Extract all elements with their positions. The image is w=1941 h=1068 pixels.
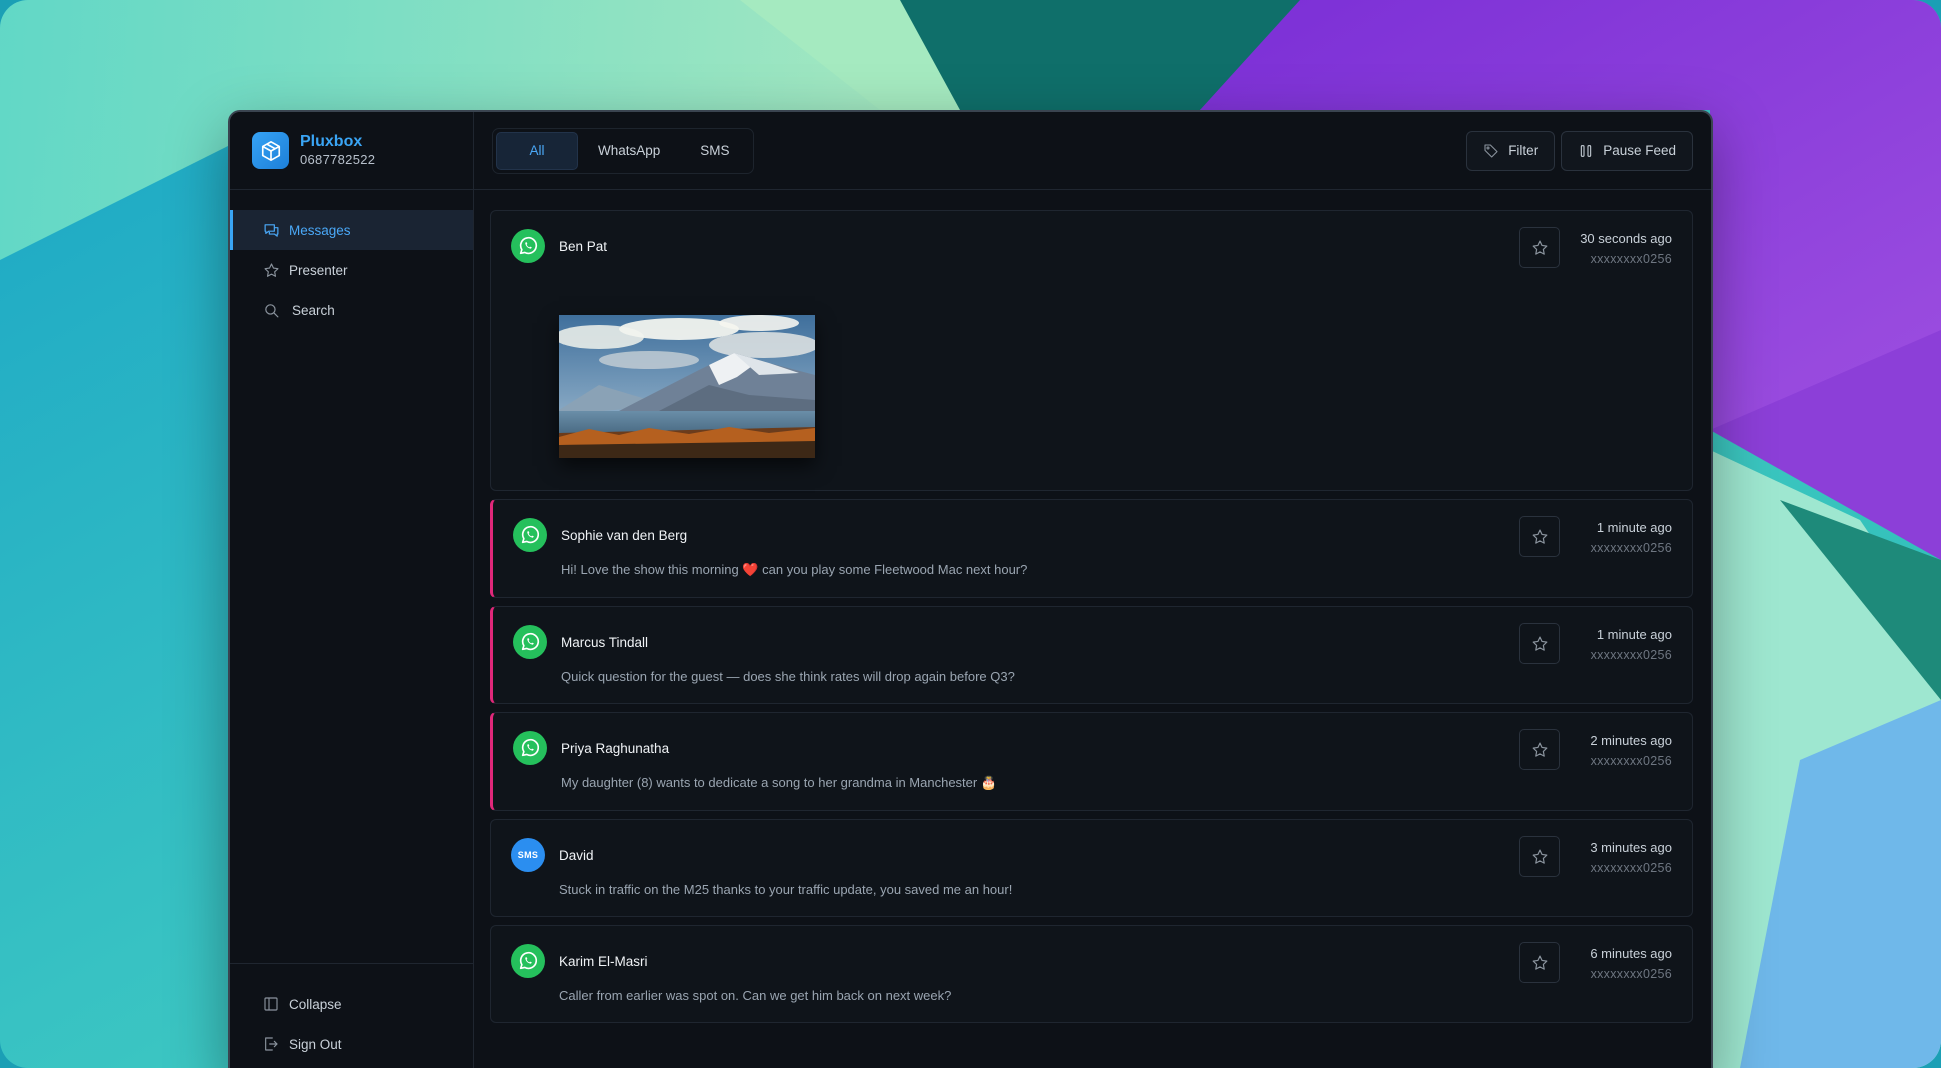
whatsapp-icon (513, 731, 547, 765)
sidebar-item-label: Presenter (289, 262, 348, 278)
tab-sms[interactable]: SMS (680, 132, 749, 170)
brand-number: 0687782522 (300, 151, 376, 167)
star-button[interactable] (1519, 623, 1560, 664)
pause-icon (1578, 143, 1594, 159)
sidebar-item-label: Search (292, 302, 335, 318)
message-image[interactable] (559, 315, 815, 458)
search-icon (262, 301, 280, 319)
sender-name: Karim El-Masri (559, 953, 648, 969)
panel-icon (262, 995, 280, 1013)
message-time: 30 seconds ago (1580, 231, 1672, 246)
message-card[interactable]: Karim El-Masri 6 minutes ago xxxxxxxx025… (490, 925, 1693, 1023)
message-text: Hi! Love the show this morning ❤️ can yo… (561, 562, 1028, 577)
tab-whatsapp[interactable]: WhatsApp (578, 132, 680, 170)
message-card[interactable]: SMS David 3 minutes ago xxxxxxxx0256 Stu… (490, 819, 1693, 917)
sender-phone: xxxxxxxx0256 (1590, 648, 1672, 662)
message-card[interactable]: Sophie van den Berg 1 minute ago xxxxxxx… (490, 499, 1693, 598)
filter-button[interactable]: Filter (1466, 130, 1556, 171)
message-card[interactable]: Ben Pat 30 seconds ago xxxxxxxx0256 (490, 210, 1693, 491)
collapse-label: Collapse (289, 996, 342, 1012)
message-text: Stuck in traffic on the M25 thanks to yo… (559, 882, 1013, 897)
message-time: 1 minute ago (1596, 627, 1672, 642)
tag-icon (1483, 143, 1499, 159)
star-icon (1532, 636, 1547, 651)
whatsapp-icon (511, 944, 545, 978)
sender-phone: xxxxxxxx0256 (1590, 541, 1672, 555)
sign-out-icon (262, 1035, 280, 1053)
star-button[interactable] (1519, 516, 1560, 557)
brand-name: Pluxbox (300, 132, 363, 150)
sidebar-item-search[interactable]: Search (230, 290, 473, 330)
sender-name: David (559, 847, 594, 863)
sidebar-nav: Messages Presenter Search (230, 190, 473, 330)
pause-feed-label: Pause Feed (1603, 143, 1676, 158)
chat-icon (262, 221, 280, 239)
sender-name: Marcus Tindall (561, 634, 649, 650)
sidebar-item-messages[interactable]: Messages (230, 210, 473, 250)
message-text: My daughter (8) wants to dedicate a song… (561, 775, 998, 790)
sender-phone: xxxxxxxx0256 (1590, 252, 1672, 266)
message-time: 3 minutes ago (1590, 840, 1672, 855)
message-card[interactable]: Marcus Tindall 1 minute ago xxxxxxxx0256… (490, 606, 1693, 704)
star-icon (1532, 742, 1547, 757)
whatsapp-icon (511, 229, 545, 263)
main-panel: All WhatsApp SMS Filter Pause Feed Ben P… (474, 112, 1711, 1068)
sidebar-item-label: Messages (289, 222, 351, 238)
whatsapp-icon (513, 625, 547, 659)
sender-phone: xxxxxxxx0256 (1590, 754, 1672, 768)
message-card[interactable]: Priya Raghunatha 2 minutes ago xxxxxxxx0… (490, 712, 1693, 811)
message-text: Quick question for the guest — does she … (561, 669, 1015, 684)
star-icon (262, 261, 280, 279)
message-feed: Ben Pat 30 seconds ago xxxxxxxx0256 Soph… (474, 190, 1711, 1068)
star-button[interactable] (1519, 227, 1560, 268)
sign-out-label: Sign Out (289, 1036, 342, 1052)
collapse-button[interactable]: Collapse (230, 984, 473, 1024)
sms-icon: SMS (511, 838, 545, 872)
message-time: 2 minutes ago (1590, 733, 1672, 748)
sidebar-item-presenter[interactable]: Presenter (230, 250, 473, 290)
star-button[interactable] (1519, 836, 1560, 877)
star-icon (1532, 529, 1547, 544)
sidebar: Pluxbox 0687782522 Messages Presenter Se… (230, 112, 474, 1068)
star-icon (1532, 240, 1547, 255)
filter-label: Filter (1508, 143, 1539, 158)
star-button[interactable] (1519, 729, 1560, 770)
brand: Pluxbox 0687782522 (230, 112, 473, 190)
pause-feed-button[interactable]: Pause Feed (1561, 130, 1693, 171)
sidebar-footer: Collapse Sign Out (230, 963, 473, 1068)
star-icon (1532, 955, 1547, 970)
topbar: All WhatsApp SMS Filter Pause Feed (474, 112, 1711, 190)
cube-icon (252, 132, 289, 169)
sender-phone: xxxxxxxx0256 (1590, 861, 1672, 875)
star-icon (1532, 849, 1547, 864)
sender-name: Ben Pat (559, 238, 608, 254)
message-text: Caller from earlier was spot on. Can we … (559, 988, 952, 1003)
message-time: 6 minutes ago (1590, 946, 1672, 961)
sender-name: Priya Raghunatha (561, 740, 670, 756)
sign-out-button[interactable]: Sign Out (230, 1024, 473, 1064)
tab-all[interactable]: All (496, 131, 578, 170)
channel-tabs: All WhatsApp SMS (492, 127, 754, 174)
message-time: 1 minute ago (1596, 520, 1672, 535)
sender-phone: xxxxxxxx0256 (1590, 967, 1672, 981)
star-button[interactable] (1519, 942, 1560, 983)
app-window: Pluxbox 0687782522 Messages Presenter Se… (228, 110, 1713, 1068)
whatsapp-icon (513, 518, 547, 552)
sender-name: Sophie van den Berg (561, 527, 688, 543)
